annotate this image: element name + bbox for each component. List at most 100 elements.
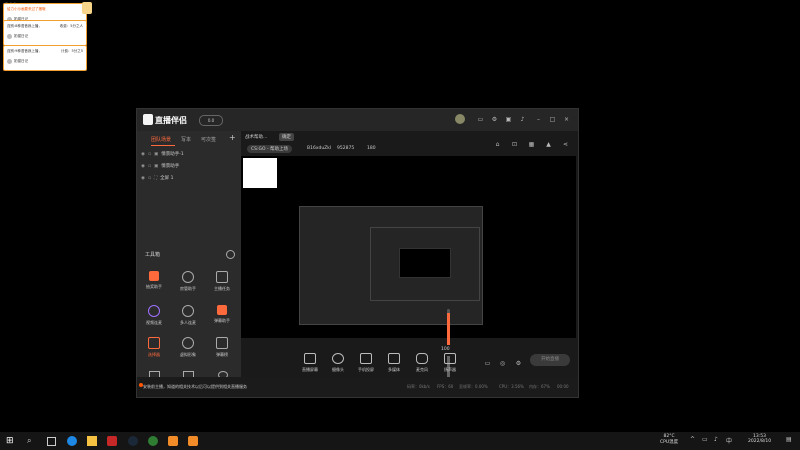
volume-fill [447, 313, 450, 345]
tool-label: 房管助手 [180, 286, 196, 291]
volume-icon[interactable]: ♪ [714, 436, 718, 443]
ime-icon[interactable]: 中 [726, 436, 732, 445]
tool-tasks[interactable]: 主播任务 [207, 271, 237, 292]
tool-label: 主播任务 [214, 286, 230, 291]
tool-room-admin[interactable]: 房管助手 [173, 271, 203, 292]
user-avatar-icon[interactable] [455, 114, 465, 124]
add-scene-button[interactable]: + [229, 133, 236, 142]
network-icon[interactable]: ▭ [702, 436, 708, 443]
phone-cast-button[interactable]: 手机投屏 [353, 353, 379, 373]
eye-icon[interactable]: ◉ [141, 164, 145, 169]
tool-avatar[interactable]: 虚拟形象 [173, 337, 203, 358]
edge-browser-icon[interactable] [67, 436, 77, 446]
active-tab-indicator [151, 145, 175, 146]
version-badge[interactable]: 0.0 [199, 115, 223, 126]
tab-scenes[interactable]: 团队场景 [151, 136, 171, 143]
search-icon[interactable]: ⌕ [27, 436, 37, 446]
notification-title: 连别:9种语音我上播， [7, 49, 42, 53]
notification-card[interactable]: 连别:8种语音我上播， 收费：5分之人 奶猫日记 [3, 20, 87, 46]
multimedia-button[interactable]: 多媒体 [381, 353, 407, 373]
bell-icon[interactable]: ♪ [519, 116, 526, 123]
fps-stat: FPS：60 [437, 384, 454, 389]
tool-lottery[interactable]: 抽奖助手 [139, 271, 169, 290]
speaker-button[interactable]: 扬声器 [437, 353, 463, 373]
mirror-icon[interactable]: ◎ [499, 360, 506, 367]
gift-icon[interactable]: ▣ [505, 116, 512, 123]
bitrate-stat: 码率：0kb/s [407, 384, 430, 389]
source-row[interactable]: ◉ ▫ ⛶ 全屏 1 [141, 175, 173, 182]
tool-ranking[interactable]: 弹幕榜 [207, 337, 237, 358]
notification-fee: 计费：5分之5 [61, 49, 83, 53]
source-label: 情景助手-1 [161, 152, 184, 157]
live-preview-canvas[interactable] [241, 156, 576, 392]
game-category[interactable]: CS:GO - 帮助上场 [247, 145, 293, 153]
control-label: 手机投屏 [358, 367, 374, 372]
tab-sign[interactable]: 可次签 [201, 136, 216, 143]
camera-icon [332, 353, 344, 364]
avatar [7, 59, 12, 64]
clock-date: 2022/8/10 [748, 439, 772, 444]
control-label: 摄像头 [332, 367, 344, 372]
user-icon [182, 271, 194, 283]
share-icon[interactable]: ⋖ [562, 141, 569, 148]
fullscreen-icon: ⛶ [154, 176, 158, 181]
microphone-button[interactable]: 麦克风 [409, 353, 435, 373]
lock-icon[interactable]: ▫ [148, 152, 151, 157]
layout-icon[interactable]: ⌂ [494, 141, 501, 148]
nested-preview-window [370, 227, 480, 301]
tool-label: 视频连麦 [146, 320, 162, 325]
control-label: 麦克风 [416, 367, 428, 372]
message-icon[interactable]: ▭ [477, 116, 484, 123]
stage-chip[interactable]: 确定 [279, 133, 294, 141]
memory-stat: 内存：67% [529, 384, 550, 389]
video-link-icon [148, 305, 160, 317]
windows-start-icon[interactable]: ⊞ [6, 436, 16, 446]
task-view-icon[interactable] [47, 437, 56, 446]
stage-title: 战术帮助... [245, 135, 268, 140]
notification-title: 连别:8种语音我上播， [7, 24, 42, 28]
live-companion-taskbar-icon[interactable] [168, 436, 178, 446]
microphone-icon [416, 353, 428, 364]
camera-button[interactable]: 摄像头 [325, 353, 351, 373]
file-explorer-icon[interactable] [87, 436, 97, 446]
live-companion-taskbar-icon[interactable] [188, 436, 198, 446]
duration-stat: 00:00 [557, 384, 569, 389]
close-icon[interactable]: × [563, 116, 570, 123]
minimize-icon[interactable]: – [535, 116, 542, 123]
tool-selector[interactable]: 选择器 [139, 337, 169, 358]
steam-icon[interactable] [128, 436, 138, 446]
screen-capture-button[interactable]: 直播屏幕 [297, 353, 323, 373]
source-row[interactable]: ◉ ▫ ▣ 情景助手-1 [141, 151, 184, 158]
eye-icon[interactable]: ◉ [141, 176, 145, 181]
lock-icon[interactable]: ▫ [148, 176, 151, 181]
tab-script[interactable]: 写本 [181, 136, 191, 143]
avatar [7, 34, 12, 39]
grid-icon[interactable]: ▦ [528, 141, 535, 148]
notification-center-icon[interactable]: ▤ [786, 436, 792, 443]
preview-notification-overlay [243, 158, 277, 188]
go-live-button[interactable]: 开始直播 [530, 354, 570, 366]
tool-video-link[interactable]: 视频连麦 [139, 305, 169, 326]
nested-preview-canvas [399, 248, 451, 278]
lock-icon[interactable]: ⊡ [511, 141, 518, 148]
tray-arrow-icon[interactable]: ^ [690, 436, 695, 443]
settings-icon[interactable]: ⚙ [515, 360, 522, 367]
lock-icon[interactable]: ▫ [148, 164, 151, 169]
app-icon[interactable] [148, 436, 158, 446]
maximize-icon[interactable]: □ [549, 116, 556, 123]
notification-sticker-icon [82, 2, 92, 14]
notification-card[interactable]: 连别:9种语音我上播， 计费：5分之5 奶猫日记 [3, 45, 87, 71]
record-icon[interactable]: ▭ [484, 360, 491, 367]
clock[interactable]: 13:53 2022/8/10 [748, 434, 771, 444]
media-icon [388, 353, 400, 364]
app-icon[interactable] [107, 436, 117, 446]
eye-icon[interactable]: ◉ [141, 152, 145, 157]
tool-multi-link[interactable]: 多人连麦 [173, 305, 203, 326]
notification-icon[interactable]: ▲ [545, 141, 552, 148]
volume-slider[interactable] [447, 309, 450, 345]
window-icon: ▣ [154, 151, 159, 157]
tool-danmaku[interactable]: 弹幕助手 [207, 305, 237, 324]
toolbox-more-icon[interactable] [226, 250, 235, 259]
source-row[interactable]: ◉ ▫ ▣ 情景助手 [141, 163, 179, 170]
settings-icon[interactable]: ⚙ [491, 116, 498, 123]
